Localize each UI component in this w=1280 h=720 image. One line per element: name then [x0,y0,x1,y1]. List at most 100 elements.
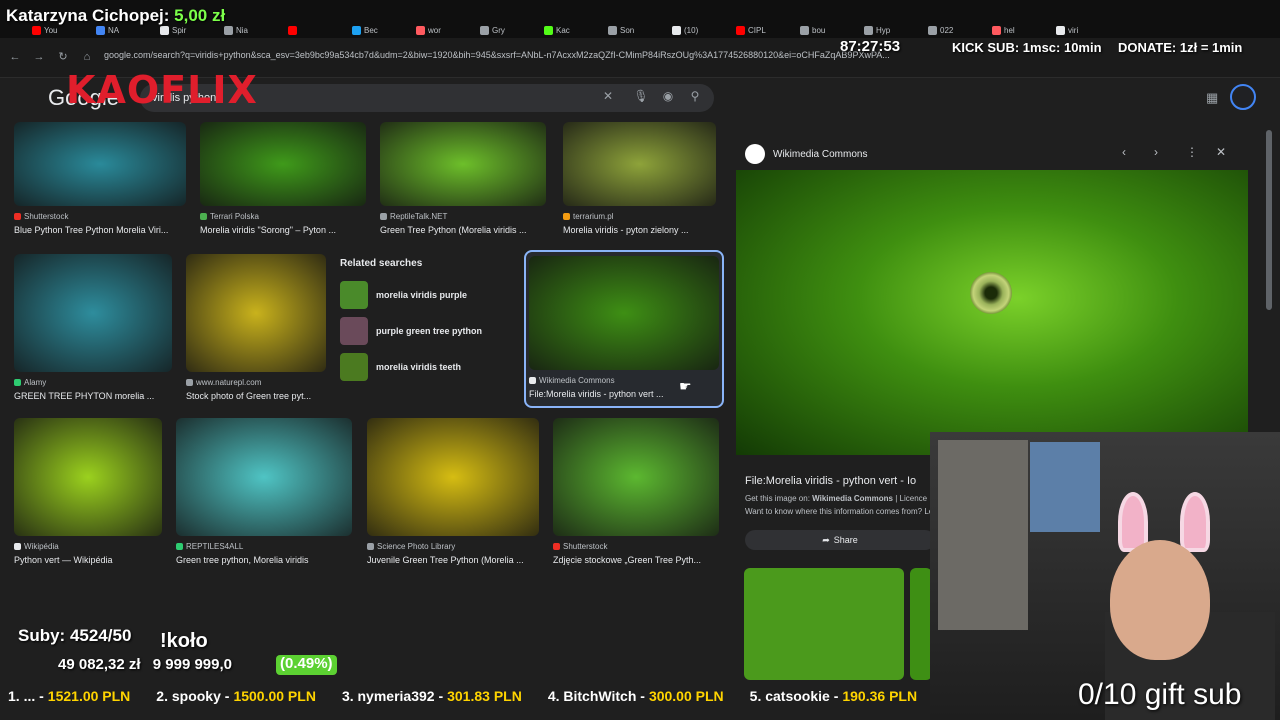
result-source[interactable]: Terrari Polska [200,212,366,221]
related-search-item[interactable]: morelia viridis teeth [340,349,518,385]
preview-info-source[interactable]: Wikimedia Commons [812,494,893,503]
snake-eye [970,272,1012,314]
preview-title[interactable]: File:Morelia viridis - python vert - Io [745,475,916,487]
lens-icon[interactable]: ◉ [660,89,676,105]
result-image[interactable] [200,122,366,206]
result-source-name: Science Photo Library [377,542,456,551]
tab-label: (10) [684,25,699,35]
preview-info-prefix: Get this image on: [745,494,810,503]
ticker-amount: 1500.00 PLN [233,688,316,704]
browser-tab[interactable] [288,22,346,38]
result-source[interactable]: Wikipédia [14,542,162,551]
goal-percent: (0.49%) [276,655,337,675]
browser-tab[interactable]: hel [992,22,1050,38]
source-favicon-icon [380,213,387,220]
browser-tab[interactable]: Gry [480,22,538,38]
browser-tab[interactable]: wor [416,22,474,38]
close-preview-icon[interactable]: ✕ [1216,145,1226,159]
ticker-amount: 300.00 PLN [648,688,724,704]
bunny-ear [1180,492,1210,552]
result-source[interactable]: Shutterstock [553,542,719,551]
result-image[interactable] [14,418,162,536]
back-icon[interactable]: ← [8,50,22,64]
preview-info: Get this image on: Wikimedia Commons | L… [745,494,927,503]
reload-icon[interactable]: ↻ [56,50,70,64]
result-image[interactable] [367,418,539,536]
preview-info-note[interactable]: Want to know where this information come… [745,507,933,516]
prev-image-icon[interactable]: ‹ [1122,145,1126,159]
result-source[interactable]: Science Photo Library [367,542,539,551]
preview-source[interactable]: Wikimedia Commons [745,144,867,164]
tab-favicon-icon [992,25,1001,35]
related-search-label-plain: purple green tree [376,326,453,336]
browser-tab[interactable]: Son [608,22,666,38]
browser-tab[interactable]: viri [1056,22,1114,38]
apps-grid-icon[interactable]: ▦ [1206,90,1220,105]
close-icon[interactable]: ✕ [600,89,616,105]
search-icon[interactable]: ⚲ [687,89,703,105]
result-caption[interactable]: Green Tree Python (Morelia viridis ... [380,225,546,235]
result-caption[interactable]: Juvenile Green Tree Python (Morelia ... [367,555,539,565]
browser-tab[interactable]: Kac [544,22,602,38]
result-image[interactable] [563,122,716,206]
result-source-name: Shutterstock [563,542,608,551]
result-source-name: Wikimedia Commons [539,376,615,385]
browser-tab[interactable]: bou [800,22,858,38]
result-source[interactable]: REPTILES4ALL [176,542,352,551]
result-source-name: REPTILES4ALL [186,542,244,551]
result-source[interactable]: Alamy [14,378,172,387]
result-image[interactable] [176,418,352,536]
tab-favicon-icon [224,25,233,35]
related-search-label: morelia viridis purple [376,290,467,300]
avatar[interactable] [1230,84,1256,110]
top-donors-ticker: 1. ... -1521.00 PLN 2. spooky -1500.00 PL… [0,688,930,710]
related-search-item[interactable]: morelia viridis purple [340,277,518,313]
result-source[interactable]: Shutterstock [14,212,186,221]
related-search-thumbnail [340,281,368,309]
browser-tab[interactable]: Bec [352,22,410,38]
browser-tab[interactable]: CIPL [736,22,794,38]
result-caption[interactable]: Blue Python Tree Python Morelia Viri... [14,225,186,235]
webcam-overlay [930,432,1280,720]
result-caption[interactable]: Morelia viridis "Sorong" – Pyton ... [200,225,366,235]
preview-info-suffix[interactable]: | Licence [895,494,927,503]
result-image[interactable] [529,256,719,370]
result-source-name: ReptileTalk.NET [390,212,448,221]
result-caption[interactable]: Green tree python, Morelia viridis [176,555,352,565]
mic-icon[interactable]: 🎙 [633,89,649,105]
browser-tab[interactable]: Nia [224,22,282,38]
preview-related-image[interactable] [910,568,932,680]
result-image[interactable] [14,122,186,206]
ticker-entry: 1. ... -1521.00 PLN [8,688,130,710]
result-image[interactable] [380,122,546,206]
scrollbar[interactable] [1266,130,1272,310]
more-options-icon[interactable]: ⋮ [1186,145,1198,159]
donor-alert: Katarzyna Cichopej: 5,00 zł [6,6,225,26]
result-caption[interactable]: GREEN TREE PHYTON morelia ... [14,391,172,401]
browser-tab[interactable]: Hyp [864,22,922,38]
result-caption[interactable]: Morelia viridis - pyton zielony ... [563,225,716,235]
result-caption[interactable]: Stock photo of Green tree pyt... [186,391,326,401]
result-source[interactable]: terrarium.pl [563,212,716,221]
preview-related-image[interactable] [744,568,904,680]
result-image[interactable] [186,254,326,372]
result-caption[interactable]: Python vert — Wikipédia [14,555,162,565]
tab-favicon-icon [288,25,297,35]
result-image[interactable] [553,418,719,536]
forward-icon[interactable]: → [32,50,46,64]
share-button[interactable]: ➦ Share [745,530,935,550]
url-field[interactable]: google.com/search?q=viridis+python&sca_e… [104,50,944,66]
related-search-item[interactable]: purple green tree python [340,313,518,349]
share-icon: ➦ [822,534,830,545]
home-icon[interactable]: ⌂ [80,50,94,64]
browser-tab[interactable]: (10) [672,22,730,38]
result-image[interactable] [14,254,172,372]
result-source[interactable]: www.naturepl.com [186,378,326,387]
result-caption[interactable]: Zdjęcie stockowe „Green Tree Pyth... [553,555,719,565]
next-image-icon[interactable]: › [1154,145,1158,159]
related-searches-title: Related searches [340,258,423,269]
source-favicon-icon [553,543,560,550]
result-source[interactable]: ReptileTalk.NET [380,212,546,221]
source-favicon-icon [14,543,21,550]
browser-tab[interactable]: 022 [928,22,986,38]
